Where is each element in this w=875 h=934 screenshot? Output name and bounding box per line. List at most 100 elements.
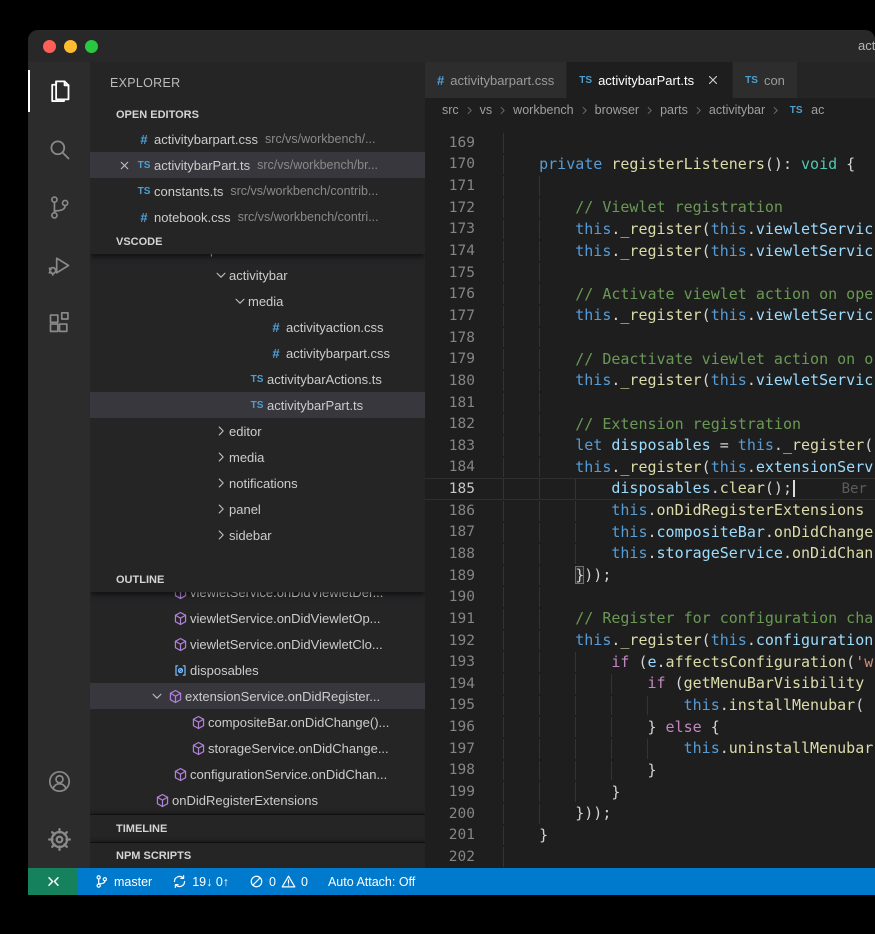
breadcrumb-item[interactable]: activitybar xyxy=(709,103,765,117)
indent-guide xyxy=(539,479,540,499)
npm-scripts-section-header[interactable]: NPM SCRIPTS xyxy=(90,842,425,868)
line-number: 199 xyxy=(425,784,475,800)
code-line-text xyxy=(503,847,875,867)
open-editors-header[interactable]: OPEN EDITORS xyxy=(90,103,425,126)
code-line-text: } else { xyxy=(503,717,875,737)
code-editor[interactable]: 169170private registerListeners(): void … xyxy=(425,122,875,868)
activity-bar-explorer-button[interactable] xyxy=(28,62,90,120)
vscode-section-header[interactable]: VSCODE xyxy=(90,230,425,254)
close-window-button[interactable] xyxy=(43,40,56,53)
open-editor-item[interactable]: #activitybarpart.csssrc/vs/workbench/... xyxy=(90,126,425,152)
indent-guide xyxy=(575,501,576,521)
outline-row[interactable]: viewletService.onDidViewletClo... xyxy=(90,631,425,657)
code-line-text: this._register(this.viewletServic xyxy=(503,371,875,391)
indent-guide xyxy=(503,371,504,391)
status-label: 0 xyxy=(301,875,308,889)
tree-row[interactable]: TSactivitybarActions.ts xyxy=(90,366,425,392)
git-sync-status[interactable]: 19↓ 0↑ xyxy=(172,874,229,889)
breadcrumb-item[interactable]: browser xyxy=(595,103,639,117)
breadcrumb-item[interactable]: src xyxy=(442,103,459,117)
breadcrumb-file[interactable]: TSac xyxy=(786,103,824,117)
code-tokens: // Viewlet registration xyxy=(503,198,783,217)
line-number: 189 xyxy=(425,568,475,584)
indent-guide xyxy=(539,566,540,586)
file-tree: partsactivitybarmedia#activityaction.css… xyxy=(90,236,425,548)
tree-row[interactable]: sidebar xyxy=(90,522,425,548)
symbol-cube-icon xyxy=(188,715,208,730)
activity-bar-source-control-button[interactable] xyxy=(28,178,90,236)
code-tokens: this._register(this.viewletServic xyxy=(503,371,873,390)
activity-bar-run-debug-button[interactable] xyxy=(28,236,90,294)
activity-bar-search-button[interactable] xyxy=(28,120,90,178)
tree-item-label: activityaction.css xyxy=(286,320,384,335)
tree-item-label: sidebar xyxy=(229,528,272,543)
line-number: 175 xyxy=(425,265,475,281)
indent-guide xyxy=(503,826,504,846)
chevron-down-icon xyxy=(231,294,248,308)
open-editor-item[interactable]: TSconstants.tssrc/vs/workbench/contrib..… xyxy=(90,178,425,204)
outline-row[interactable]: extensionService.onDidRegister... xyxy=(90,683,425,709)
outline-row[interactable]: compositeBar.onDidChange()... xyxy=(90,709,425,735)
code-line-text xyxy=(503,263,875,283)
outline-row[interactable]: configurationService.onDidChan... xyxy=(90,761,425,787)
tab-activitybarPart.ts[interactable]: TSactivitybarPart.ts xyxy=(567,62,733,98)
tab-con[interactable]: TScon xyxy=(733,62,798,98)
git-branch-status[interactable]: master xyxy=(94,874,152,889)
file-path: src/vs/workbench/... xyxy=(265,132,375,146)
css-file-icon: # xyxy=(437,73,444,88)
code-line: 178 xyxy=(425,327,875,349)
outline-section: OUTLINE viewletService.onDidViewletDer..… xyxy=(90,568,425,814)
activity-bar-settings-button[interactable] xyxy=(28,810,90,868)
outline-row[interactable]: disposables xyxy=(90,657,425,683)
line-number: 201 xyxy=(425,827,475,843)
tree-row[interactable]: media xyxy=(90,288,425,314)
code-line-text xyxy=(503,328,875,348)
zoom-window-button[interactable] xyxy=(85,40,98,53)
tree-row[interactable]: #activityaction.css xyxy=(90,314,425,340)
open-editor-item[interactable]: TSactivitybarPart.tssrc/vs/workbench/br.… xyxy=(90,152,425,178)
tree-row[interactable]: panel xyxy=(90,496,425,522)
breadcrumb-item[interactable]: workbench xyxy=(513,103,573,117)
activity-bar-accounts-button[interactable] xyxy=(28,752,90,810)
close-icon[interactable] xyxy=(114,159,134,172)
indent-guide xyxy=(539,414,540,434)
breadcrumb-item[interactable]: parts xyxy=(660,103,688,117)
breadcrumb-item[interactable]: vs xyxy=(480,103,493,117)
outline-item-label: storageService.onDidChange... xyxy=(208,741,389,756)
minimize-window-button[interactable] xyxy=(64,40,77,53)
tree-row[interactable]: activitybar xyxy=(90,262,425,288)
line-number: 190 xyxy=(425,589,475,605)
file-name: activitybarPart.ts xyxy=(154,158,250,173)
open-editor-item[interactable]: #notebook.csssrc/vs/workbench/contri... xyxy=(90,204,425,230)
code-line: 170private registerListeners(): void { xyxy=(425,154,875,176)
tree-row[interactable]: TSactivitybarPart.ts xyxy=(90,392,425,418)
outline-section-header[interactable]: OUTLINE xyxy=(90,568,425,592)
indent-guide xyxy=(575,717,576,737)
indent-guide xyxy=(539,263,540,283)
outline-row[interactable]: viewletService.onDidViewletOp... xyxy=(90,605,425,631)
tree-row[interactable]: editor xyxy=(90,418,425,444)
code-line: 187this.compositeBar.onDidChange xyxy=(425,522,875,544)
remote-indicator[interactable] xyxy=(28,868,78,895)
code-tokens: this.compositeBar.onDidChange xyxy=(503,523,873,542)
close-icon[interactable] xyxy=(706,73,720,87)
problems-status[interactable]: 00 xyxy=(249,874,308,889)
tree-row[interactable]: notifications xyxy=(90,470,425,496)
code-line-text: private registerListeners(): void { xyxy=(503,155,875,175)
timeline-section-header[interactable]: TIMELINE xyxy=(90,814,425,842)
outline-row[interactable]: storageService.onDidChange... xyxy=(90,735,425,761)
status-bar: master19↓ 0↑00Auto Attach: Off xyxy=(28,868,875,895)
auto-attach-status[interactable]: Auto Attach: Off xyxy=(328,875,415,889)
tab-activitybarpart.css[interactable]: #activitybarpart.css xyxy=(425,62,567,98)
chevron-right-icon xyxy=(212,450,229,464)
outline-row[interactable]: onDidRegisterExtensions xyxy=(90,787,425,813)
activity-bar-extensions-button[interactable] xyxy=(28,294,90,352)
code-tokens: } xyxy=(503,783,620,802)
line-number: 195 xyxy=(425,697,475,713)
code-line: 180this._register(this.viewletServic xyxy=(425,370,875,392)
status-label: 0 xyxy=(269,875,276,889)
tree-row[interactable]: media xyxy=(90,444,425,470)
code-line-text: })); xyxy=(503,804,875,824)
tree-row[interactable]: #activitybarpart.css xyxy=(90,340,425,366)
symbol-cube-icon xyxy=(170,767,190,782)
